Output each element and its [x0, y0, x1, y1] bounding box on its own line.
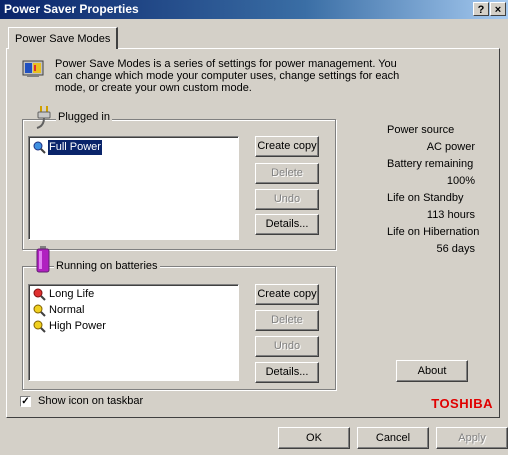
plugged-in-label: Plugged in [56, 111, 112, 123]
magnifier-yellow-icon [33, 304, 46, 317]
show-icon-label[interactable]: Show icon on taskbar [38, 395, 143, 407]
battery-remaining-value: 100% [446, 175, 475, 187]
battery-icon [36, 246, 50, 273]
intro-text: Power Save Modes is a series of settings… [55, 58, 400, 94]
battery-remaining-label: Battery remaining [387, 158, 474, 170]
batteries-undo-button[interactable]: Undo [255, 336, 319, 357]
plugged-details-button[interactable]: Details... [255, 214, 319, 235]
plugged-delete-button[interactable]: Delete [255, 163, 319, 184]
tab-power-save-modes[interactable]: Power Save Modes [8, 27, 119, 49]
power-settings-icon [22, 60, 44, 77]
hibernation-label: Life on Hibernation [387, 226, 480, 238]
list-item-normal[interactable]: Normal [33, 303, 85, 318]
standby-value: 113 hours [426, 209, 475, 221]
cancel-button[interactable]: Cancel [357, 427, 429, 449]
plugged-create-copy-button[interactable]: Create copy [255, 136, 319, 157]
window-title: Power Saver Properties [4, 2, 139, 16]
list-item-high-power[interactable]: High Power [33, 319, 107, 334]
batteries-details-button[interactable]: Details... [255, 362, 319, 383]
close-button[interactable]: × [490, 2, 506, 16]
batteries-label: Running on batteries [54, 260, 160, 272]
plug-icon [36, 106, 51, 129]
batteries-list[interactable]: Long Life Normal High Power [28, 284, 239, 381]
magnifier-blue-icon [33, 141, 46, 154]
help-button[interactable]: ? [473, 2, 489, 16]
about-button[interactable]: About [396, 360, 468, 382]
apply-button[interactable]: Apply [436, 427, 508, 449]
list-item-long-life[interactable]: Long Life [33, 287, 95, 302]
power-source-value: AC power [426, 141, 475, 153]
ok-button[interactable]: OK [278, 427, 350, 449]
title-bar[interactable]: Power Saver Properties ? × [0, 0, 508, 19]
list-item-full-power[interactable]: Full Power [33, 139, 103, 156]
batteries-create-copy-button[interactable]: Create copy [255, 284, 319, 305]
magnifier-yellow-icon [33, 320, 46, 333]
batteries-delete-button[interactable]: Delete [255, 310, 319, 331]
plugged-undo-button[interactable]: Undo [255, 189, 319, 210]
plugged-in-list[interactable]: Full Power [28, 136, 239, 240]
magnifier-red-icon [33, 288, 46, 301]
standby-label: Life on Standby [387, 192, 464, 204]
hibernation-value: 56 days [436, 243, 475, 255]
show-icon-checkbox[interactable]: ✓ [20, 396, 31, 407]
toshiba-logo: TOSHIBA [431, 396, 493, 411]
power-source-label: Power source [387, 124, 455, 136]
